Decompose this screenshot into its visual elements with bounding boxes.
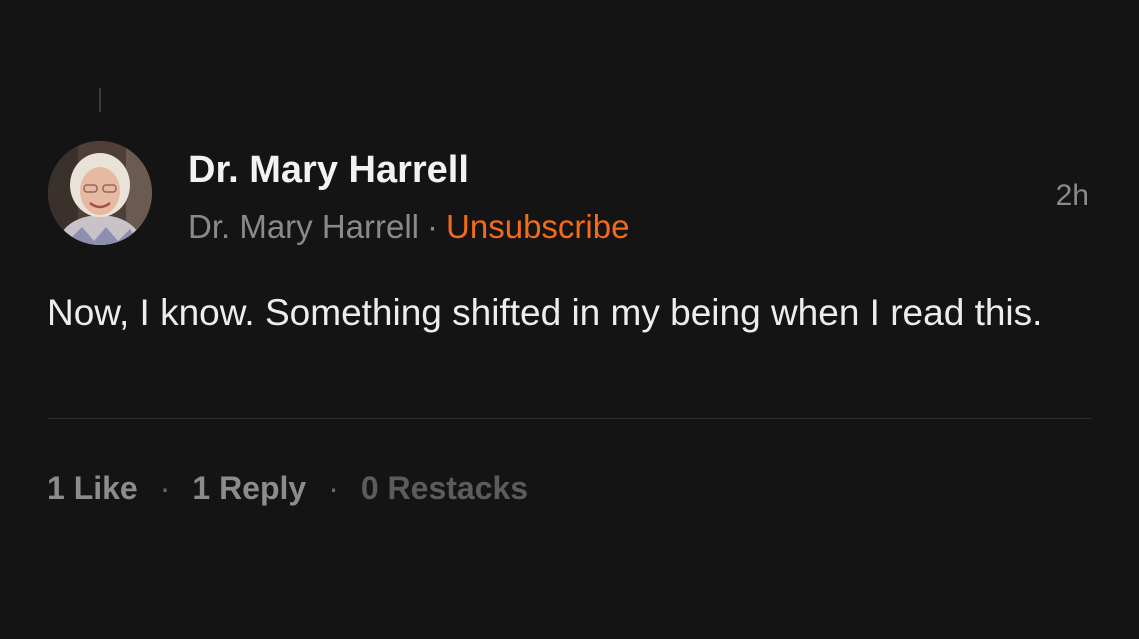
action-separator: · bbox=[328, 470, 339, 506]
thread-connector-line bbox=[99, 88, 101, 112]
publication-name[interactable]: Dr. Mary Harrell bbox=[188, 208, 419, 245]
avatar[interactable] bbox=[48, 141, 152, 245]
unsubscribe-link[interactable]: Unsubscribe bbox=[446, 208, 629, 245]
author-name[interactable]: Dr. Mary Harrell bbox=[188, 148, 469, 192]
like-count-button[interactable]: 1 Like bbox=[47, 470, 138, 506]
action-separator: · bbox=[159, 470, 171, 506]
comment-body: Now, I know. Something shifted in my bei… bbox=[47, 292, 1043, 333]
comment-actions: 1 Like · 1 Reply · 0 Restacks bbox=[47, 468, 528, 508]
timestamp: 2h bbox=[1055, 179, 1089, 212]
subline-separator: · bbox=[427, 208, 439, 245]
restack-count-button[interactable]: 0 Restacks bbox=[361, 470, 528, 506]
author-subline: Dr. Mary Harrell · Unsubscribe bbox=[188, 206, 629, 248]
reply-count-button[interactable]: 1 Reply bbox=[192, 470, 306, 506]
divider bbox=[47, 418, 1092, 419]
avatar-photo-icon bbox=[48, 141, 152, 245]
